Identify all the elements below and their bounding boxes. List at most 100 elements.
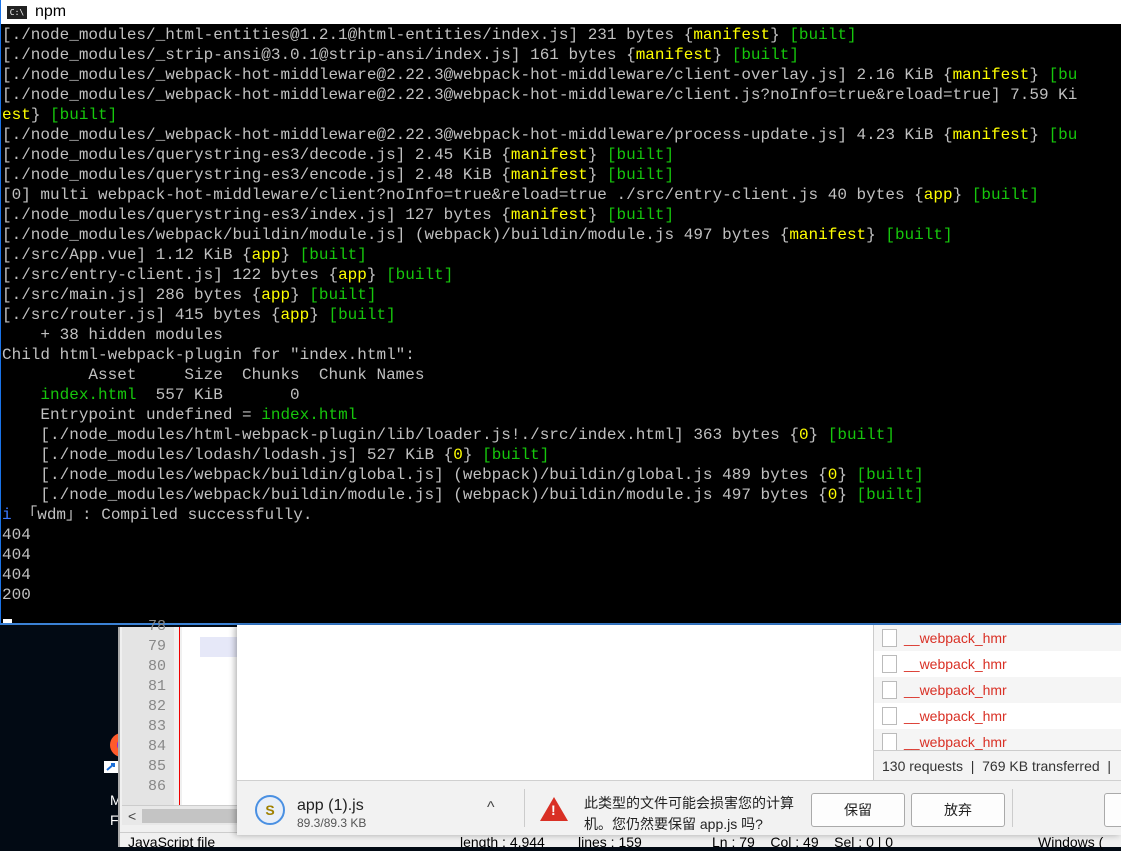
terminal-text-segment: [bu [1048, 66, 1078, 84]
terminal-text-segment: [./node_modules/webpack/buildin/global.j… [2, 466, 828, 484]
terminal-text-segment: [built] [386, 266, 454, 284]
terminal-text-segment: manifest [510, 206, 588, 224]
terminal-text-segment: [built] [606, 206, 675, 224]
terminal-text-segment: app [338, 266, 367, 284]
terminal-text-segment: manifest [635, 46, 713, 64]
terminal-text-segment: [built] [606, 146, 675, 164]
terminal-line: est} [built] [2, 105, 1121, 125]
terminal-text-segment: [built] [856, 486, 924, 504]
terminal-line: [./node_modules/querystring-es3/encode.j… [2, 165, 1121, 185]
terminal-text-segment: [./src/App.vue] 1.12 KiB { [2, 246, 252, 264]
terminal-line: [./node_modules/_strip-ansi@3.0.1@strip-… [2, 45, 1121, 65]
terminal-line: 404 [2, 525, 1121, 545]
terminal-text-segment: } [290, 286, 310, 304]
terminal-text-segment: app [923, 186, 953, 204]
terminal-line: Entrypoint undefined = index.html [2, 405, 1121, 425]
file-icon [882, 629, 897, 647]
cmd-icon: C:\ [7, 5, 27, 19]
network-request-row[interactable]: __webpack_hmr [874, 703, 1121, 729]
terminal-text-segment: [built] [482, 446, 550, 464]
network-request-row[interactable]: __webpack_hmr [874, 625, 1121, 651]
keep-button[interactable]: 保留 [811, 793, 905, 827]
horizontal-scrollbar[interactable]: < [122, 805, 242, 825]
terminal-text-segment: } [1029, 66, 1049, 84]
terminal-text-segment: i [2, 506, 12, 524]
download-bar: S app (1).js 89.3/89.3 KB ^ ! 此类型的文件可能会损… [237, 780, 1121, 835]
terminal-line: [0] multi webpack-hot-middleware/client?… [2, 185, 1121, 205]
terminal-text-segment: } [30, 106, 51, 124]
line-number: 83 [147, 718, 166, 735]
terminal-line: 404 [2, 565, 1121, 585]
terminal-text-segment: 0 [827, 486, 838, 504]
terminal-text-segment: [./node_modules/_webpack-hot-middleware@… [2, 66, 953, 84]
terminal-line: 200 [2, 585, 1121, 605]
show-all-button[interactable] [1104, 793, 1121, 827]
network-panel: __webpack_hmr __webpack_hmr __webpack_hmr _… [873, 625, 1121, 780]
terminal-text-segment: [./node_modules/querystring-es3/index.js… [2, 206, 511, 224]
terminal-line: [./node_modules/_html-entities@1.2.1@htm… [2, 25, 1121, 45]
terminal-text-segment: [built] [827, 426, 895, 444]
terminal-text-segment: [built] [731, 46, 799, 64]
terminal-text-segment: 557 KiB 0 [136, 386, 300, 404]
terminal-text-segment: [built] [50, 106, 118, 124]
terminal-text-segment: manifest [952, 66, 1030, 84]
terminal-text-segment: [built] [885, 226, 953, 244]
terminal-text-segment: [built] [789, 26, 857, 44]
terminal-text-segment: [./src/main.js] 286 bytes { [2, 286, 262, 304]
terminal-text-segment: app [280, 306, 310, 324]
terminal-line: [./node_modules/_webpack-hot-middleware@… [2, 65, 1121, 85]
terminal-text-segment: } [770, 26, 790, 44]
download-file-size: 89.3/89.3 KB [297, 816, 367, 830]
terminal-text-segment: [./node_modules/querystring-es3/encode.j… [2, 166, 511, 184]
terminal-text-segment: + 38 hidden modules [2, 326, 223, 344]
status-lines: lines : 159 [578, 834, 642, 850]
terminal-output: [./node_modules/_html-entities@1.2.1@htm… [2, 25, 1121, 605]
warning-icon: ! [540, 797, 568, 821]
download-file-name[interactable]: app (1).js [297, 797, 364, 815]
terminal-text-segment: } [366, 266, 387, 284]
terminal-line: [./node_modules/webpack/buildin/module.j… [2, 225, 1121, 245]
terminal-line: Asset Size Chunks Chunk Names [2, 365, 1121, 385]
terminal-text-segment: [./node_modules/querystring-es3/decode.j… [2, 146, 511, 164]
terminal-line: 404 [2, 545, 1121, 565]
terminal-text-segment: Child html-webpack-plugin for "index.htm… [2, 346, 415, 364]
request-name: __webpack_hmr [904, 630, 1007, 646]
terminal-text-segment: manifest [510, 166, 588, 184]
terminal-text-segment: [./node_modules/_webpack-hot-middleware@… [2, 126, 953, 144]
file-icon [882, 733, 897, 751]
discard-button[interactable]: 放弃 [911, 793, 1005, 827]
terminal-text-segment: manifest [952, 126, 1030, 144]
terminal-text-segment: 0 [827, 466, 838, 484]
terminal-text-segment: index.html [40, 386, 137, 404]
download-warning-text: 此类型的文件可能会损害您的计算机。您仍然要保留 app.js 吗? [584, 795, 794, 832]
terminal-line: + 38 hidden modules [2, 325, 1121, 345]
terminal-text-segment: [built] [328, 306, 396, 324]
terminal-line: [./node_modules/webpack/buildin/global.j… [2, 465, 1121, 485]
terminal-titlebar: C:\ npm [1, 0, 1121, 24]
terminal-text-segment: Asset Size Chunks Chunk Names [2, 366, 425, 384]
terminal-text-segment: index.html [261, 406, 358, 424]
divider [524, 789, 525, 827]
terminal-text-segment: 404 [2, 566, 31, 584]
terminal-text-segment: } [952, 186, 972, 204]
status-file-type: JavaScript file [128, 834, 216, 850]
terminal-line: [./node_modules/webpack/buildin/module.j… [2, 485, 1121, 505]
terminal-text-segment: app [261, 286, 291, 304]
network-request-row[interactable]: __webpack_hmr [874, 651, 1121, 677]
terminal-line: index.html 557 KiB 0 [2, 385, 1121, 405]
terminal-text-segment: app [251, 246, 281, 264]
terminal-text-segment: [built] [971, 186, 1039, 204]
terminal-text-segment: } [587, 146, 607, 164]
browser-window: __webpack_hmr __webpack_hmr __webpack_hmr _… [237, 625, 1121, 835]
terminal-text-segment: [./node_modules/webpack/buildin/module.j… [2, 226, 790, 244]
terminal-text-segment: [./node_modules/lodash/lodash.js] 527 Ki… [2, 446, 454, 464]
status-position: Ln : 79 Col : 49 Sel : 0 | 0 [712, 834, 894, 850]
scrollbar-thumb[interactable] [142, 809, 242, 823]
terminal-line: Child html-webpack-plugin for "index.htm… [2, 345, 1121, 365]
request-name: __webpack_hmr [904, 656, 1007, 672]
chevron-up-icon[interactable]: ^ [487, 799, 495, 817]
scroll-left-button[interactable]: < [128, 808, 136, 824]
network-request-row[interactable]: __webpack_hmr [874, 677, 1121, 703]
terminal-text-segment: Entrypoint undefined = [2, 406, 262, 424]
terminal-text-segment: } [587, 166, 607, 184]
